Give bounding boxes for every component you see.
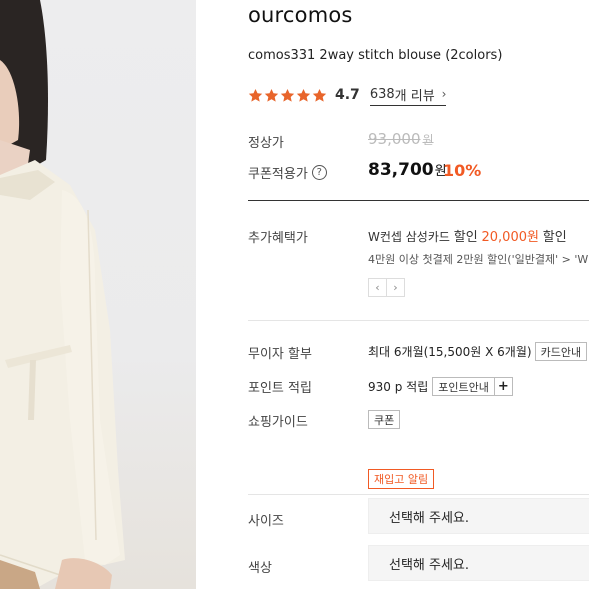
benefit-sub-text: 4만원 이상 첫결제 2만원 할인('일반결제' > 'W컨 xyxy=(368,253,589,266)
restock-alert-button[interactable]: 재입고 알림 xyxy=(368,469,435,489)
regular-price-amount: 93,000 xyxy=(368,130,421,148)
star-rating xyxy=(248,88,327,103)
size-label: 사이즈 xyxy=(248,514,284,529)
discount-rate: 10% xyxy=(443,161,482,180)
coupon-price: 83,700원 xyxy=(368,160,447,180)
divider xyxy=(248,494,589,495)
divider xyxy=(248,320,589,321)
product-name: comos331 2way stitch blouse (2colors) xyxy=(248,48,503,63)
rating-value: 4.7 xyxy=(335,87,360,103)
divider xyxy=(248,200,589,201)
chevron-right-icon[interactable]: › xyxy=(386,278,405,297)
star-icon xyxy=(312,88,327,102)
star-icon xyxy=(264,88,279,102)
regular-price-label: 정상가 xyxy=(248,136,284,151)
color-select-placeholder: 선택해 주세요. xyxy=(389,557,470,573)
benefit-line: W컨셉 삼성카드 할인 20,000원 할인 xyxy=(368,226,567,245)
points-label: 포인트 적립 xyxy=(248,381,312,396)
benefit-label: 추가혜택가 xyxy=(248,231,308,246)
plus-icon[interactable]: + xyxy=(493,377,513,396)
review-link[interactable]: 638 개 리뷰 › xyxy=(369,85,447,106)
benefit-word: 할인 xyxy=(453,230,478,245)
review-count: 638 xyxy=(369,86,395,102)
installment-label: 무이자 할부 xyxy=(248,347,312,362)
product-photo xyxy=(0,0,196,589)
star-icon xyxy=(296,88,311,102)
model-illustration xyxy=(0,0,125,589)
shopping-guide-label: 쇼핑가이드 xyxy=(248,415,308,430)
regular-price-unit: 원 xyxy=(422,133,434,147)
coupon-price-label: 쿠폰적용가 xyxy=(248,167,308,182)
benefit-word-2: 할인 xyxy=(542,230,567,245)
product-info-panel: ourcomos comos331 2way stitch blouse (2c… xyxy=(248,0,589,589)
benefit-card: W컨셉 삼성카드 xyxy=(368,230,450,244)
size-select-placeholder: 선택해 주세요. xyxy=(389,510,470,526)
help-icon[interactable]: ? xyxy=(311,165,327,180)
color-select[interactable]: 선택해 주세요. xyxy=(368,545,589,581)
star-icon xyxy=(248,88,263,102)
size-select[interactable]: 선택해 주세요. xyxy=(368,498,589,534)
benefit-amount: 20,000원 xyxy=(481,230,539,245)
points-row: 930 p 적립 포인트안내 + xyxy=(368,377,513,396)
points-text: 930 p 적립 xyxy=(368,380,429,394)
benefit-pager: ‹ › xyxy=(368,278,405,297)
chevron-left-icon[interactable]: ‹ xyxy=(368,278,387,297)
color-label: 색상 xyxy=(248,561,272,576)
installment-row: 최대 6개월(15,500원 X 6개월) 카드안내 xyxy=(368,342,589,361)
coupon-button[interactable]: 쿠폰 xyxy=(368,410,401,429)
regular-price: 93,000 원 xyxy=(368,130,434,148)
coupon-price-amount: 83,700 xyxy=(368,160,434,180)
installment-text: 최대 6개월(15,500원 X 6개월) xyxy=(368,345,532,359)
rating-row: 4.7 638 개 리뷰 › xyxy=(248,85,447,106)
card-info-button[interactable]: 카드안내 xyxy=(534,342,588,361)
chevron-right-icon: › xyxy=(441,87,447,101)
star-icon xyxy=(280,88,295,102)
coupon-price-label-wrap: 쿠폰적용가 ? xyxy=(248,163,327,182)
review-suffix: 개 리뷰 xyxy=(394,88,435,104)
points-info-button[interactable]: 포인트안내 xyxy=(432,377,495,396)
brand-name[interactable]: ourcomos xyxy=(248,3,353,27)
